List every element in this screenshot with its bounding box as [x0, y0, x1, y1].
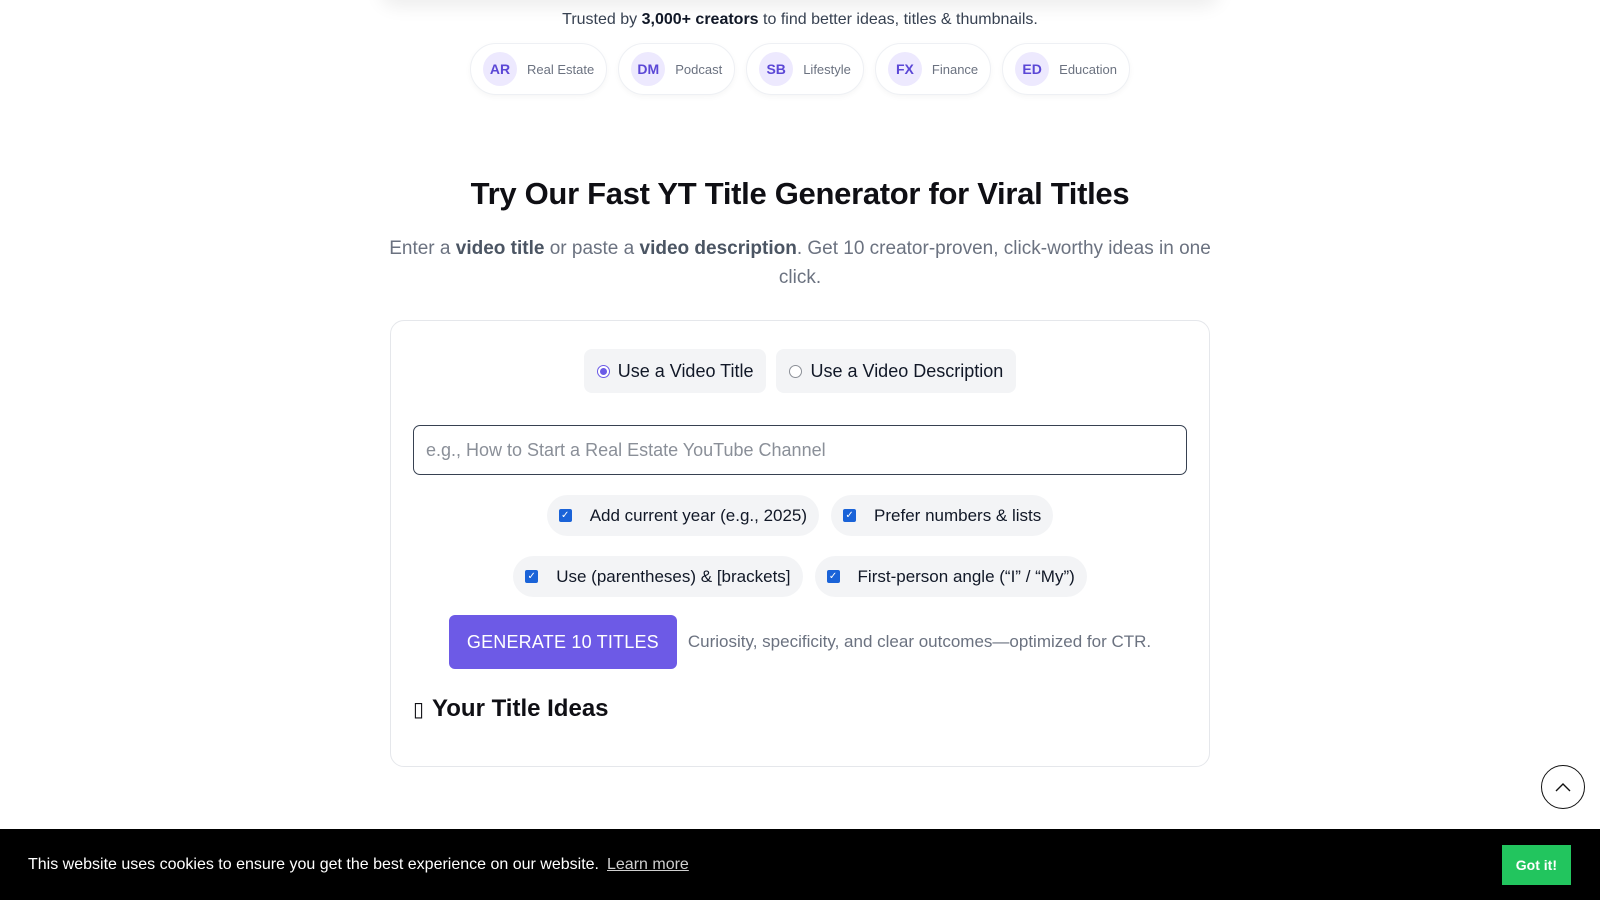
niche-chips: AR Real Estate DM Podcast SB Lifestyle F… [0, 43, 1600, 95]
niche-label: Lifestyle [803, 61, 851, 77]
generate-row: GENERATE 10 TITLES Curiosity, specificit… [391, 615, 1209, 669]
avatar: AR [483, 52, 518, 86]
niche-label: Podcast [675, 61, 723, 77]
trusted-prefix: Trusted by [562, 11, 638, 28]
option-prefer-numbers[interactable]: ✓ Prefer numbers & lists [831, 495, 1054, 536]
mode-label: Use a Video Title [617, 360, 754, 381]
page-title: Try Our Fast YT Title Generator for Vira… [470, 176, 1130, 211]
option-label: Add current year (e.g., 2025) [589, 505, 808, 525]
avatar: SB [759, 52, 794, 86]
option-label: First-person angle (“I” / “My”) [857, 566, 1075, 586]
radio-selected[interactable] [596, 364, 610, 378]
video-title-input[interactable] [413, 425, 1187, 475]
avatar: ED [1015, 52, 1050, 86]
subtitle-part: . Get 10 creator-proven, click-worthy id… [778, 238, 1211, 288]
checkbox-checked[interactable]: ✓ [843, 509, 857, 522]
generate-note: Curiosity, specificity, and clear outcom… [687, 632, 1152, 651]
checkbox-checked[interactable]: ✓ [826, 570, 840, 583]
subtitle-emphasis: video title [455, 238, 545, 259]
niche-chip-education: ED Education [1002, 43, 1130, 95]
mode-video-description-option[interactable]: Use a Video Description [776, 349, 1017, 393]
niche-chip-finance: FX Finance [874, 43, 992, 95]
subtitle-part: Enter a [389, 238, 451, 259]
option-label: Use (parentheses) & [brackets] [556, 566, 791, 586]
trusted-suffix: to find better ideas, titles & thumbnail… [763, 11, 1038, 28]
radio-unselected[interactable] [789, 364, 803, 378]
learn-more-link[interactable]: Learn more [607, 856, 689, 874]
checkbox-checked[interactable]: ✓ [558, 509, 572, 522]
niche-label: Real Estate [527, 61, 595, 77]
missing-glyph-icon: ▯ [413, 698, 425, 721]
chevron-up-icon [1555, 783, 1571, 792]
cookie-message: This website uses cookies to ensure you … [28, 855, 599, 873]
mode-toggle: Use a Video Title Use a Video Descriptio… [391, 349, 1209, 393]
generate-button[interactable]: GENERATE 10 TITLES [448, 615, 677, 669]
niche-chip-podcast: DM Podcast [618, 43, 736, 95]
page-subtitle: Enter a video title or paste a video des… [385, 234, 1215, 292]
niche-chip-real-estate: AR Real Estate [470, 43, 608, 95]
trusted-count: 3,000+ creators [641, 11, 759, 28]
avatar: FX [887, 52, 922, 86]
subtitle-emphasis: video description [639, 238, 797, 259]
option-parentheses-brackets[interactable]: ✓ Use (parentheses) & [brackets] [513, 556, 803, 597]
results-heading: ▯ Your Title Ideas [413, 695, 609, 723]
option-first-person[interactable]: ✓ First-person angle (“I” / “My”) [814, 556, 1087, 597]
generator-card: Use a Video Title Use a Video Descriptio… [390, 320, 1210, 767]
results-heading-text: Your Title Ideas [432, 695, 609, 722]
cookie-banner: This website uses cookies to ensure you … [0, 829, 1600, 900]
mode-label: Use a Video Description [810, 360, 1004, 381]
niche-label: Finance [931, 61, 979, 77]
subtitle-part: or paste a [549, 238, 635, 259]
avatar: DM [631, 52, 666, 86]
option-label: Prefer numbers & lists [874, 505, 1042, 525]
trusted-line: Trusted by 3,000+ creators to find bette… [0, 11, 1600, 29]
mode-video-title-option[interactable]: Use a Video Title [583, 349, 767, 393]
option-add-current-year[interactable]: ✓ Add current year (e.g., 2025) [546, 495, 820, 536]
cookie-accept-button[interactable]: Got it! [1501, 845, 1571, 885]
options-row-1: ✓ Add current year (e.g., 2025) ✓ Prefer… [391, 495, 1209, 536]
options-row-2: ✓ Use (parentheses) & [brackets] ✓ First… [391, 556, 1209, 597]
scroll-to-top-button[interactable] [1541, 765, 1585, 809]
checkbox-checked[interactable]: ✓ [525, 570, 539, 583]
niche-chip-lifestyle: SB Lifestyle [746, 43, 864, 95]
niche-label: Education [1059, 61, 1117, 77]
